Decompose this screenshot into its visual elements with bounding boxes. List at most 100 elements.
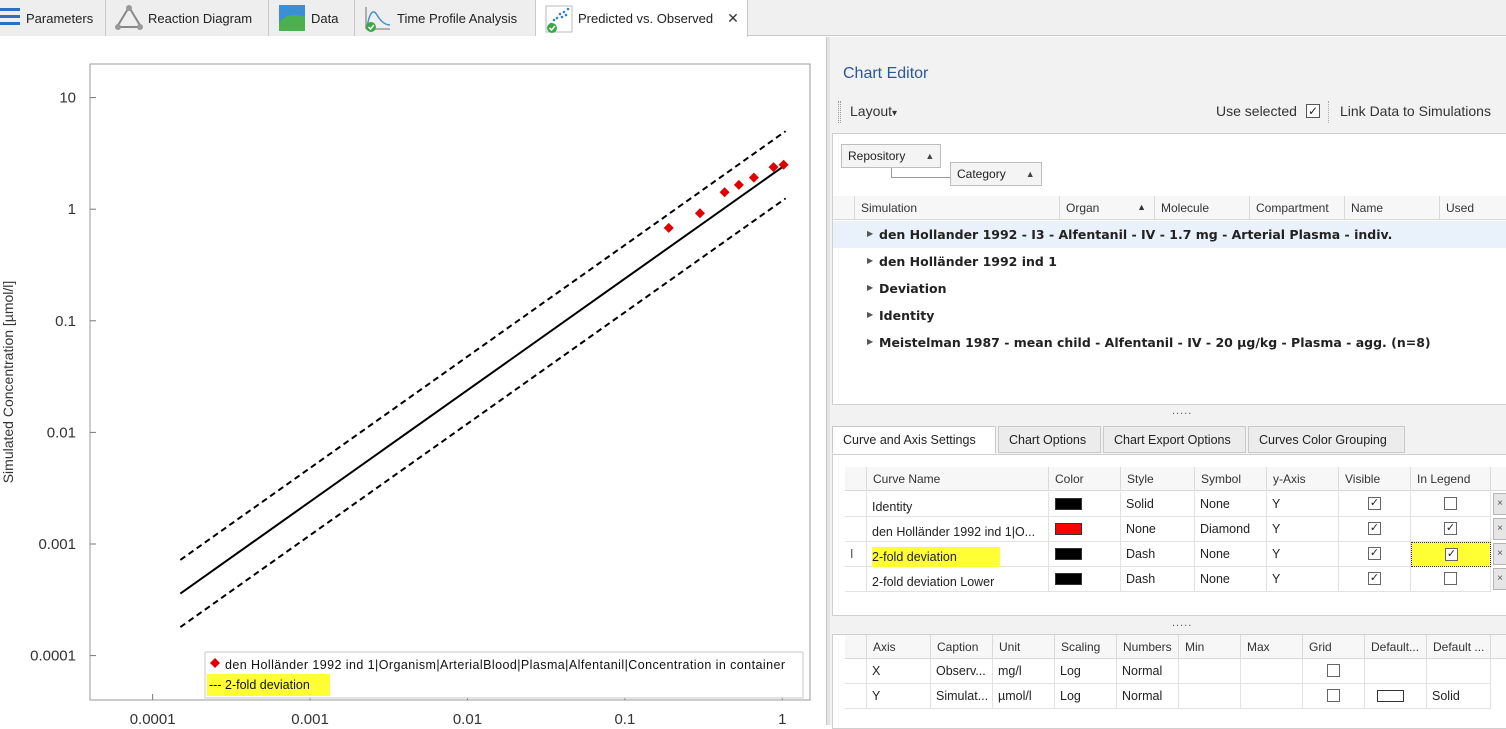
axis-row[interactable]: Y Simulat... µmol/l Log Normal Solid [845, 684, 1491, 709]
group-by-repository[interactable]: Repository ▲ [841, 144, 942, 168]
curve-row[interactable]: 2-fold deviation Lower Dash None Y ✓ [845, 567, 1491, 592]
group-by-category[interactable]: Category ▲ [950, 162, 1042, 186]
column-header-visible[interactable]: Visible [1339, 467, 1411, 491]
curve-in-legend-cell[interactable]: ✓ [1411, 517, 1491, 542]
tab-data[interactable]: Data [269, 0, 355, 36]
column-header-y-axis[interactable]: y-Axis [1267, 467, 1339, 491]
row-indicator[interactable] [845, 567, 867, 592]
expand-icon[interactable]: ▶ [867, 283, 873, 292]
in-legend-checkbox[interactable] [1444, 572, 1457, 585]
visible-checkbox[interactable]: ✓ [1368, 572, 1381, 585]
delete-row-button[interactable]: × [1493, 518, 1506, 540]
splitter-grip[interactable]: ..... [1172, 617, 1192, 629]
curve-symbol-cell[interactable]: None [1195, 542, 1267, 567]
curve-style-cell[interactable]: Dash [1121, 542, 1195, 567]
curve-in-legend-cell[interactable] [1411, 492, 1491, 517]
use-selected-checkbox[interactable]: ✓ [1306, 104, 1320, 118]
curve-visible-cell[interactable]: ✓ [1339, 517, 1411, 542]
curve-y-axis-cell[interactable]: Y [1267, 542, 1339, 567]
row-indicator[interactable] [845, 659, 867, 684]
column-header-default-color[interactable]: Default... [1365, 635, 1427, 659]
column-header-used[interactable]: Used [1440, 196, 1506, 220]
column-header-grid[interactable]: Grid [1303, 635, 1365, 659]
in-legend-checkbox[interactable]: ✓ [1445, 548, 1458, 561]
curve-color-cell[interactable] [1049, 492, 1121, 517]
curve-color-cell[interactable] [1049, 542, 1121, 567]
delete-row-button[interactable]: × [1493, 493, 1506, 515]
curve-visible-cell[interactable]: ✓ [1339, 567, 1411, 592]
axis-max-cell[interactable] [1241, 684, 1303, 709]
curve-name-cell[interactable]: den Holländer 1992 ind 1|O... [867, 517, 1049, 542]
group-row[interactable]: ▶ Identity [833, 302, 1506, 329]
curve-row[interactable]: den Holländer 1992 ind 1|O... None Diamo… [845, 517, 1491, 542]
column-header-style[interactable]: Style [1121, 467, 1195, 491]
axis-grid-cell[interactable] [1303, 659, 1365, 684]
axis-default-color-cell[interactable] [1365, 659, 1427, 684]
axis-caption-cell[interactable]: Observ... [931, 659, 993, 684]
visible-checkbox[interactable]: ✓ [1368, 547, 1381, 560]
column-header-organ[interactable]: Organ ▲ [1060, 196, 1155, 220]
expand-icon[interactable]: ▶ [867, 310, 873, 319]
axis-numbers-cell[interactable]: Normal [1117, 684, 1179, 709]
axis-unit-cell[interactable]: mg/l [993, 659, 1055, 684]
group-row[interactable]: ▶ den Hollander 1992 - I3 - Alfentanil - … [833, 221, 1506, 248]
axis-max-cell[interactable] [1241, 659, 1303, 684]
expand-icon[interactable]: ▶ [867, 256, 873, 265]
tab-curves-color-grouping[interactable]: Curves Color Grouping [1248, 426, 1405, 453]
tab-reaction-diagram[interactable]: Reaction Diagram [106, 0, 269, 36]
column-header-in-legend[interactable]: In Legend [1411, 467, 1491, 491]
column-header-default-style[interactable]: Default ... [1427, 635, 1491, 659]
curve-row[interactable]: I 2-fold deviation Dash None Y ✓ ✓ [845, 542, 1491, 567]
group-row[interactable]: ▶ den Holländer 1992 ind 1 [833, 248, 1506, 275]
curve-name-cell[interactable]: 2-fold deviation [867, 542, 1049, 567]
curve-y-axis-cell[interactable]: Y [1267, 567, 1339, 592]
axis-default-color-cell[interactable] [1365, 684, 1427, 709]
column-header-scaling[interactable]: Scaling [1055, 635, 1117, 659]
tab-chart-options[interactable]: Chart Options [998, 426, 1101, 453]
layout-menu[interactable]: Layout▾ [850, 103, 897, 119]
axis-grid-cell[interactable] [1303, 684, 1365, 709]
curve-name-cell[interactable]: 2-fold deviation Lower [867, 567, 1049, 592]
close-icon[interactable]: ✕ [727, 10, 739, 27]
curve-symbol-cell[interactable]: Diamond [1195, 517, 1267, 542]
curve-color-cell[interactable] [1049, 517, 1121, 542]
group-row[interactable]: ▶ Deviation [833, 275, 1506, 302]
axis-min-cell[interactable] [1179, 659, 1241, 684]
column-header-compartment[interactable]: Compartment [1250, 196, 1345, 220]
column-header-name[interactable]: Name [1345, 196, 1440, 220]
curve-visible-cell[interactable]: ✓ [1339, 542, 1411, 567]
column-header-simulation[interactable]: Simulation [855, 196, 1060, 220]
axis-numbers-cell[interactable]: Normal [1117, 659, 1179, 684]
row-indicator[interactable]: I [845, 542, 867, 567]
axis-name-cell[interactable]: Y [867, 684, 931, 709]
delete-row-button[interactable]: × [1493, 543, 1506, 565]
curve-y-axis-cell[interactable]: Y [1267, 517, 1339, 542]
curve-style-cell[interactable]: None [1121, 517, 1195, 542]
column-header-max[interactable]: Max [1241, 635, 1303, 659]
tab-parameters[interactable]: Parameters [0, 0, 106, 36]
curve-style-cell[interactable]: Solid [1121, 492, 1195, 517]
tab-curve-and-axis-settings[interactable]: Curve and Axis Settings [832, 426, 996, 454]
grid-checkbox[interactable] [1327, 664, 1340, 677]
visible-checkbox[interactable]: ✓ [1368, 497, 1381, 510]
column-header-molecule[interactable]: Molecule [1155, 196, 1250, 220]
curve-row[interactable]: Identity Solid None Y ✓ [845, 492, 1491, 517]
column-header-unit[interactable]: Unit [993, 635, 1055, 659]
axis-scaling-cell[interactable]: Log [1055, 659, 1117, 684]
axis-min-cell[interactable] [1179, 684, 1241, 709]
toolbar-grip[interactable] [838, 101, 841, 123]
splitter-grip[interactable]: ..... [1172, 405, 1192, 417]
row-indicator[interactable] [845, 684, 867, 709]
curve-visible-cell[interactable]: ✓ [1339, 492, 1411, 517]
axis-row[interactable]: X Observ... mg/l Log Normal [845, 659, 1491, 684]
row-indicator[interactable] [845, 517, 867, 542]
curve-color-cell[interactable] [1049, 567, 1121, 592]
link-data-to-simulations-button[interactable]: Link Data to Simulations [1340, 103, 1491, 119]
curve-y-axis-cell[interactable]: Y [1267, 492, 1339, 517]
column-header-color[interactable]: Color [1049, 467, 1121, 491]
curve-in-legend-cell[interactable] [1411, 567, 1491, 592]
curve-style-cell[interactable]: Dash [1121, 567, 1195, 592]
in-legend-checkbox[interactable]: ✓ [1444, 522, 1457, 535]
grid-checkbox[interactable] [1327, 689, 1340, 702]
curve-name-cell[interactable]: Identity [867, 492, 1049, 517]
